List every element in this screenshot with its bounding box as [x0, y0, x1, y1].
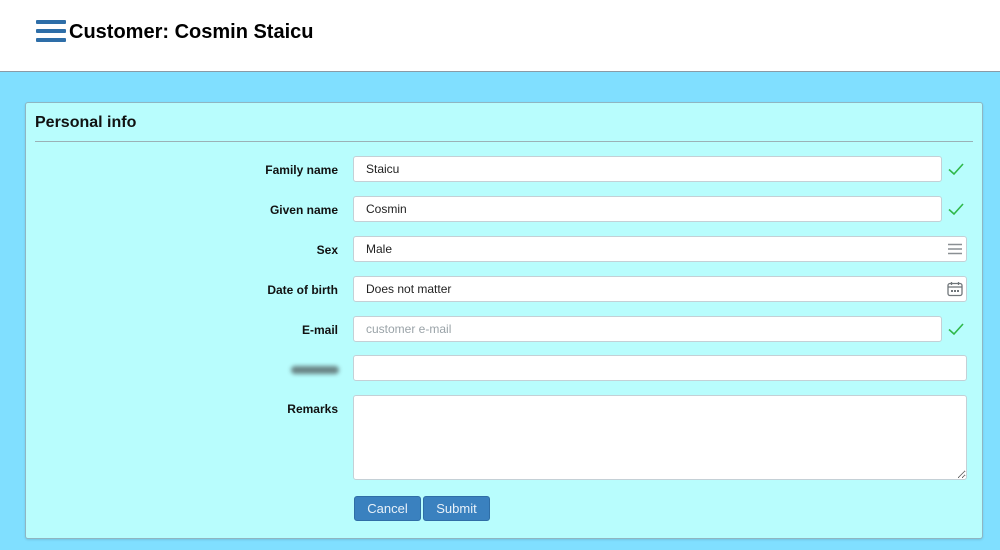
sex-select-value: Male	[366, 242, 393, 256]
checkmark-icon	[948, 203, 964, 216]
redacted-input[interactable]	[353, 355, 967, 381]
email-input[interactable]	[353, 316, 942, 342]
given-name-label: Given name	[269, 203, 338, 217]
calendar-icon[interactable]	[946, 280, 964, 298]
family-name-label: Family name	[265, 163, 338, 177]
page-title: Customer: Cosmin Staicu	[69, 21, 314, 43]
checkmark-icon	[948, 323, 964, 336]
remarks-textarea[interactable]	[353, 395, 967, 480]
panel-divider	[35, 141, 973, 142]
date-of-birth-field[interactable]: Does not matter	[353, 276, 967, 302]
date-of-birth-label: Date of birth	[267, 283, 338, 297]
panel-title: Personal info	[35, 114, 137, 131]
redacted-label	[291, 366, 339, 374]
sex-select[interactable]: Male	[353, 236, 967, 262]
given-name-input[interactable]	[353, 196, 942, 222]
cancel-button[interactable]: Cancel	[354, 496, 421, 521]
submit-button[interactable]: Submit	[423, 496, 490, 521]
checkmark-icon	[948, 163, 964, 176]
list-icon	[948, 243, 962, 255]
hamburger-menu-icon[interactable]	[36, 20, 66, 44]
email-label: E-mail	[301, 323, 338, 337]
date-of-birth-value: Does not matter	[366, 282, 452, 296]
personal-info-panel: Personal info Family name Given name Sex…	[25, 102, 983, 539]
sex-label: Sex	[316, 243, 338, 257]
top-bar: Customer: Cosmin Staicu	[0, 0, 1000, 72]
family-name-input[interactable]	[353, 156, 942, 182]
remarks-label: Remarks	[287, 402, 338, 416]
